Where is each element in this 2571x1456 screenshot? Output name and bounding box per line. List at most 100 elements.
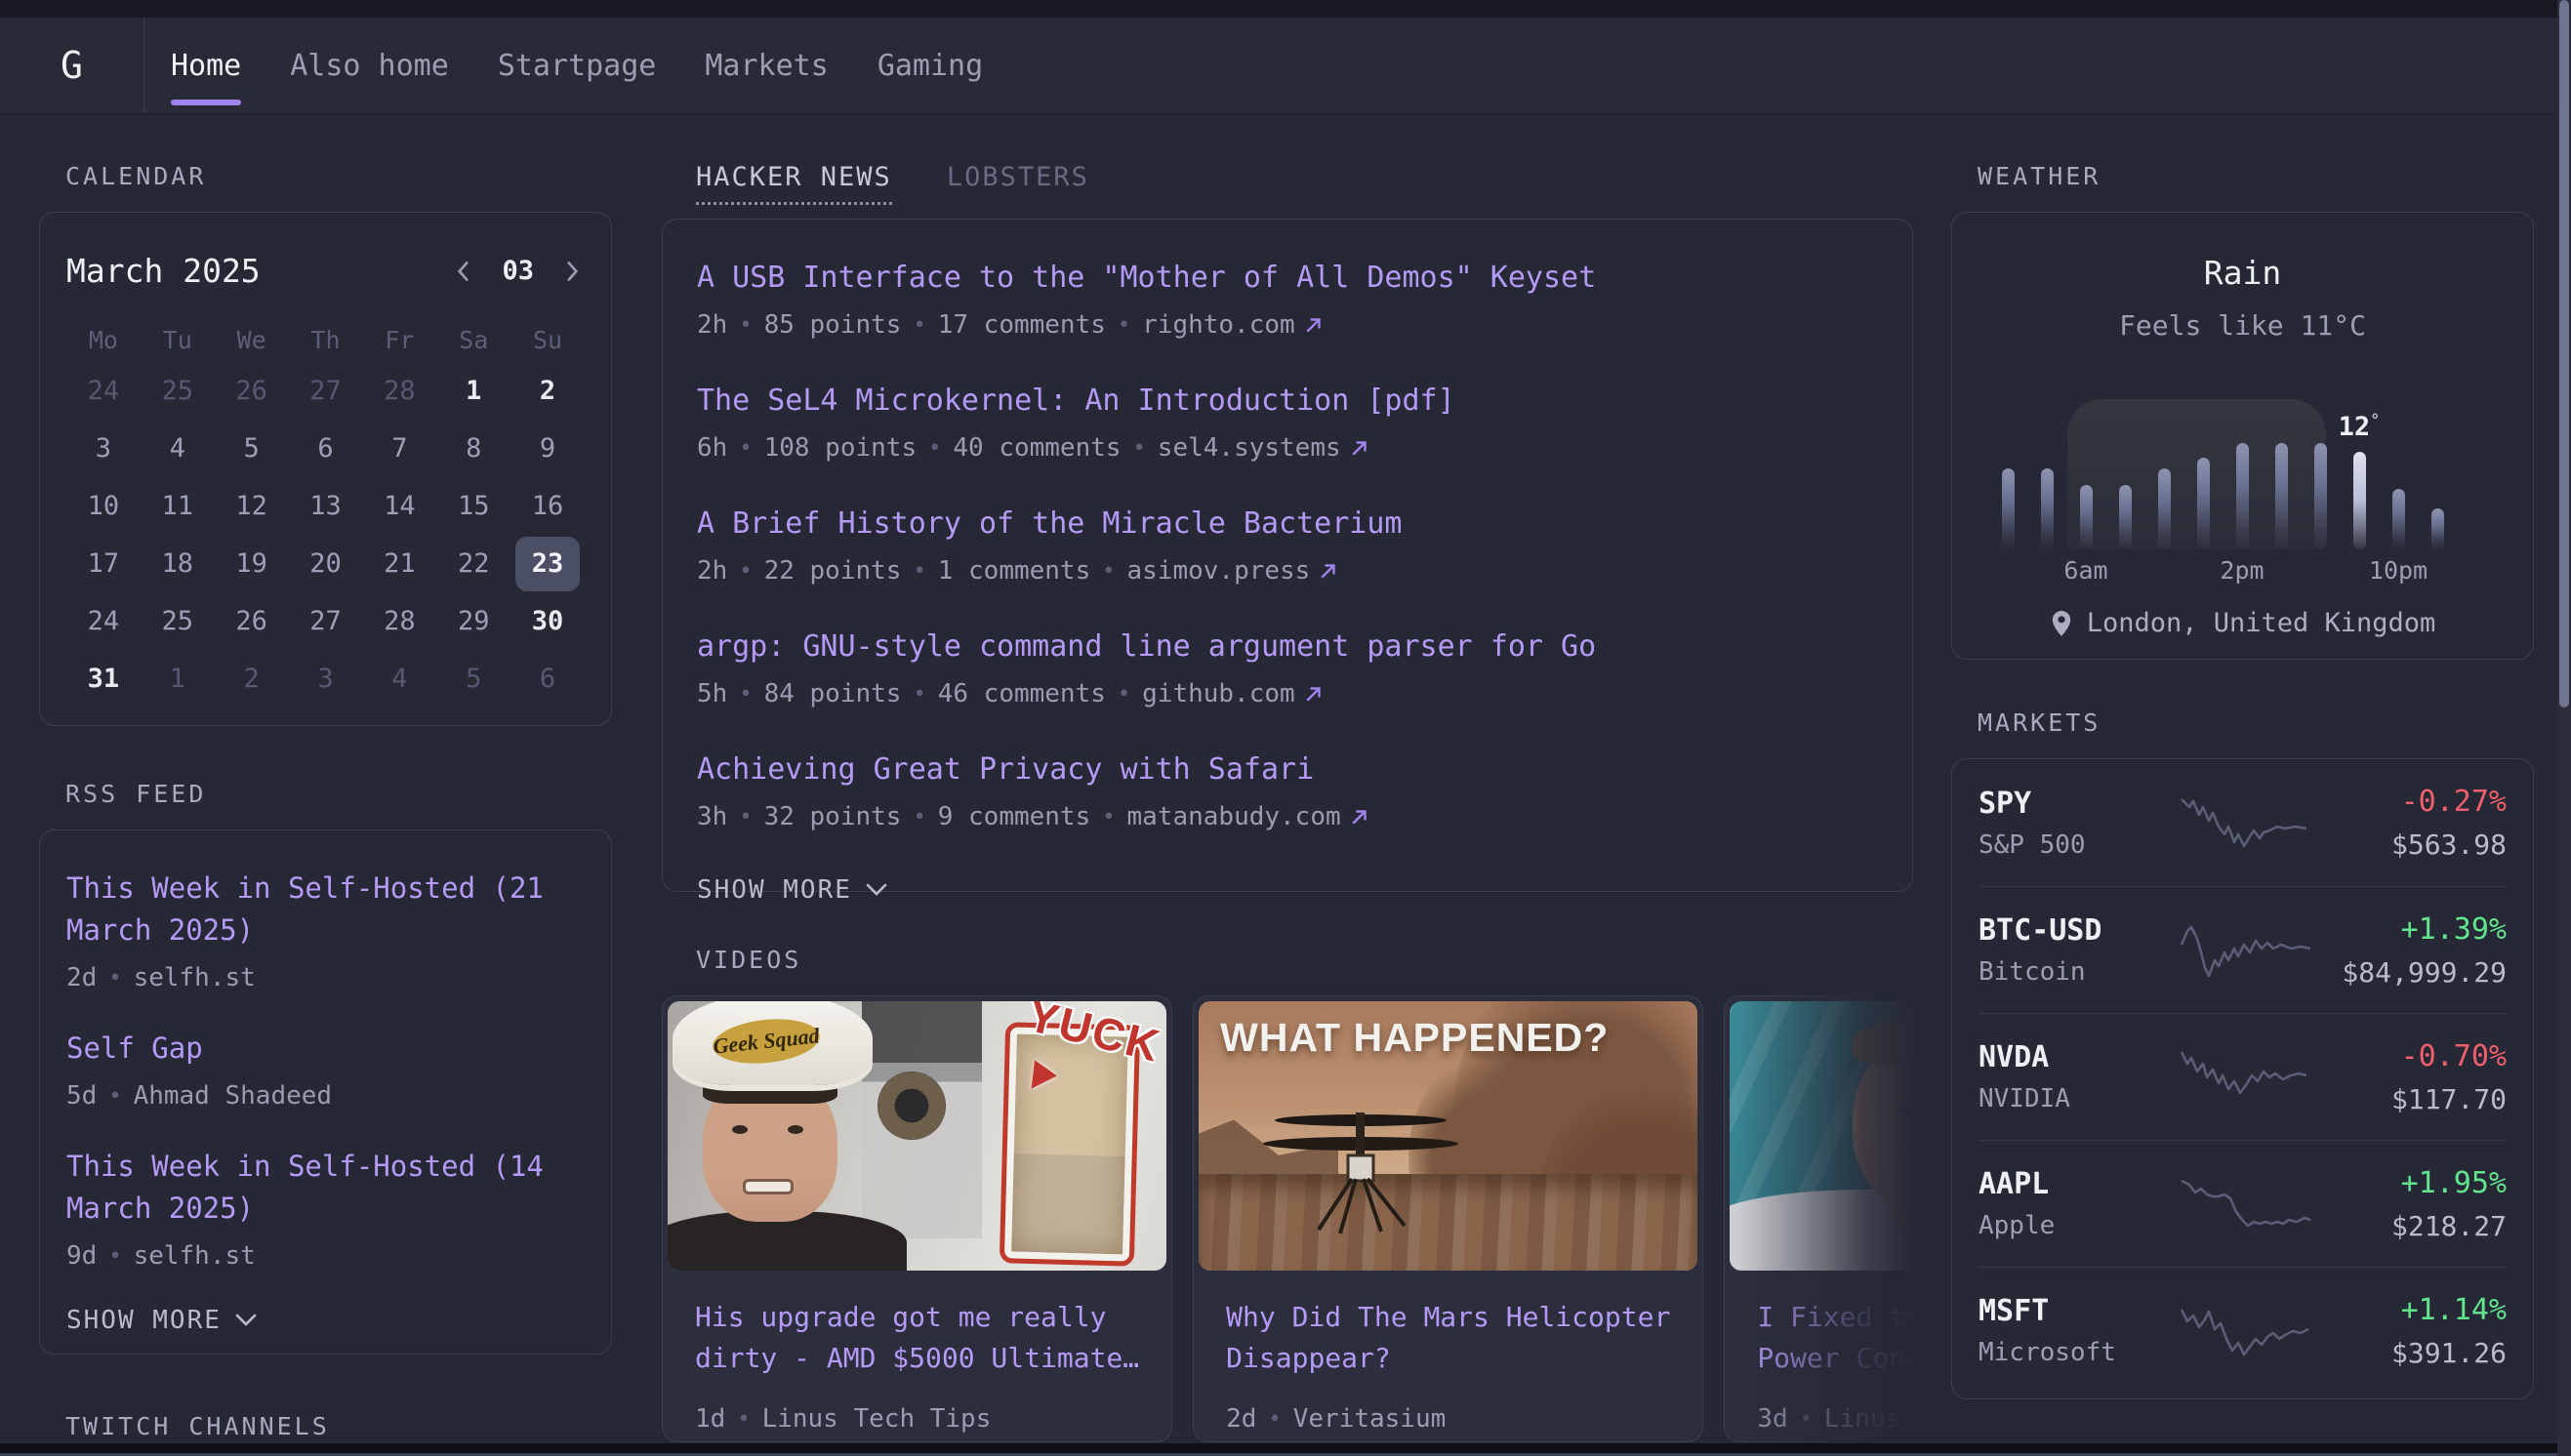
scrollbar-thumb[interactable] bbox=[2559, 0, 2569, 708]
news-item-domain-link[interactable]: asimov.press bbox=[1127, 556, 1338, 586]
news-item-comments[interactable]: 9 comments bbox=[938, 802, 1091, 831]
video-title-line: Disappear? bbox=[1226, 1338, 1670, 1379]
tab-startpage[interactable]: Startpage bbox=[498, 18, 657, 113]
sparkline-chart bbox=[2175, 1173, 2321, 1235]
rss-item[interactable]: Self Gap5d•Ahmad Shadeed bbox=[66, 1028, 585, 1111]
news-item-domain-link[interactable]: matanabudy.com bbox=[1127, 802, 1368, 831]
content-area: CALENDAR March 2025 03 MoTuWeThFrSaSu242… bbox=[0, 115, 2571, 1444]
rss-item-title[interactable]: Self Gap bbox=[66, 1028, 585, 1070]
rss-item[interactable]: This Week in Self-Hosted (21March 2025) 2… bbox=[66, 868, 585, 992]
video-card[interactable]: Geek SquadYUCK His upgrade got me reallyd… bbox=[662, 995, 1172, 1442]
news-item-domain-link[interactable]: sel4.systems bbox=[1158, 433, 1368, 463]
market-values: +1.95%$218.27 bbox=[2331, 1166, 2507, 1242]
rss-item-title[interactable]: This Week in Self-Hosted (21March 2025) bbox=[66, 868, 585, 951]
market-row-msft[interactable]: MSFTMicrosoft+1.14%$391.26 bbox=[1979, 1267, 2507, 1394]
calendar-day: 16 bbox=[510, 477, 585, 535]
calendar-day: 29 bbox=[436, 592, 510, 650]
tab-home[interactable]: Home bbox=[171, 18, 241, 113]
helicopter-art bbox=[1258, 1093, 1463, 1243]
weather-bar-slot bbox=[2340, 443, 2379, 549]
rss-list: This Week in Self-Hosted (21March 2025) 2… bbox=[66, 868, 585, 1271]
logo-box[interactable]: G bbox=[0, 18, 144, 113]
app-logo[interactable]: G bbox=[61, 44, 83, 87]
thumb-art bbox=[877, 1072, 946, 1140]
market-row-aapl[interactable]: AAPLApple +1.95%$218.27 bbox=[1979, 1140, 2507, 1267]
window-top-edge bbox=[0, 0, 2571, 18]
rss-item-age: 2d bbox=[66, 963, 97, 992]
news-item-comments[interactable]: 1 comments bbox=[938, 556, 1091, 586]
thumb-art bbox=[1900, 1104, 1913, 1115]
news-widget: A USB Interface to the "Mother of All De… bbox=[662, 219, 1913, 892]
tab-also-home[interactable]: Also home bbox=[290, 18, 449, 113]
separator-dot: • bbox=[913, 313, 925, 338]
rss-show-more-button[interactable]: SHOW MORE bbox=[66, 1306, 585, 1335]
video-card[interactable]: DOTHTI Fixed the 50Power Connecto3d•Linu… bbox=[1724, 995, 1913, 1442]
calendar-prev-icon[interactable] bbox=[451, 259, 476, 284]
news-item-meta: 6h•108 points•40 comments•sel4.systems bbox=[697, 433, 1878, 463]
rss-item-meta: 9d•selfh.st bbox=[66, 1241, 585, 1271]
video-title[interactable]: I Fixed the 50Power Connecto bbox=[1757, 1297, 1913, 1379]
video-thumbnail[interactable]: WHAT HAPPENED? bbox=[1199, 1001, 1697, 1271]
rss-item-source: selfh.st bbox=[134, 1241, 256, 1271]
rss-section-label: RSS FEED bbox=[65, 780, 612, 808]
news-item-comments[interactable]: 40 comments bbox=[953, 433, 1121, 463]
page-scrollbar[interactable] bbox=[2557, 0, 2571, 1456]
market-names: AAPLApple bbox=[1979, 1167, 2164, 1240]
video-card-body: Why Did The Mars HelicopterDisappear?2d•… bbox=[1194, 1275, 1702, 1434]
news-tab-hacker-news[interactable]: HACKER NEWS bbox=[696, 162, 892, 205]
news-item-comments[interactable]: 17 comments bbox=[938, 310, 1106, 340]
market-row-spy[interactable]: SPYS&P 500-0.27%$563.98 bbox=[1979, 759, 2507, 886]
rss-item[interactable]: This Week in Self-Hosted (14March 2025) 9… bbox=[66, 1146, 585, 1271]
tab-markets[interactable]: Markets bbox=[705, 18, 828, 113]
rss-item-title[interactable]: This Week in Self-Hosted (14March 2025) bbox=[66, 1146, 585, 1230]
calendar-day: 22 bbox=[436, 535, 510, 592]
rss-show-more-label: SHOW MORE bbox=[66, 1306, 222, 1335]
calendar-day: 28 bbox=[362, 362, 436, 420]
market-names: SPYS&P 500 bbox=[1979, 787, 2164, 860]
news-list: A USB Interface to the "Mother of All De… bbox=[697, 261, 1878, 831]
video-channel[interactable]: Linus Tech Tips bbox=[1824, 1404, 1913, 1434]
market-names: MSFTMicrosoft bbox=[1979, 1294, 2164, 1367]
news-item-domain: asimov.press bbox=[1127, 556, 1311, 586]
weather-bar bbox=[2197, 458, 2210, 549]
market-row-nvda[interactable]: NVDANVIDIA-0.70%$117.70 bbox=[1979, 1013, 2507, 1140]
news-item-meta: 2h•22 points•1 comments•asimov.press bbox=[697, 556, 1878, 586]
video-channel[interactable]: Veritasium bbox=[1293, 1404, 1447, 1434]
video-title-line: Why Did The Mars Helicopter bbox=[1226, 1297, 1670, 1338]
calendar-day: 27 bbox=[289, 592, 363, 650]
video-card[interactable]: WHAT HAPPENED? Why Did The Mars Helicopte… bbox=[1193, 995, 1703, 1442]
video-thumbnail[interactable]: Geek SquadYUCK bbox=[668, 1001, 1166, 1271]
video-thumbnail[interactable]: DOTHT bbox=[1730, 1001, 1913, 1271]
market-row-btc-usd[interactable]: BTC-USDBitcoin+1.39%$84,999.29 bbox=[1979, 886, 2507, 1013]
rss-widget: This Week in Self-Hosted (21March 2025) 2… bbox=[39, 829, 612, 1355]
tab-gaming[interactable]: Gaming bbox=[877, 18, 983, 113]
weather-location: London, United Kingdom bbox=[1952, 608, 2533, 638]
news-item-title[interactable]: A USB Interface to the "Mother of All De… bbox=[697, 261, 1878, 295]
video-age: 1d bbox=[695, 1404, 725, 1434]
news-item-title[interactable]: argp: GNU-style command line argument pa… bbox=[697, 629, 1878, 664]
news-show-more-button[interactable]: SHOW MORE bbox=[697, 875, 1878, 905]
video-channel[interactable]: Linus Tech Tips bbox=[762, 1404, 992, 1434]
calendar-next-icon[interactable] bbox=[559, 259, 585, 284]
hour-tick-label: 10pm bbox=[2369, 556, 2428, 585]
video-title[interactable]: His upgrade got me reallydirty - AMD $50… bbox=[695, 1297, 1139, 1379]
news-item-domain-link[interactable]: github.com bbox=[1142, 679, 1323, 708]
news-item-title[interactable]: A Brief History of the Miracle Bacterium bbox=[697, 506, 1878, 541]
video-title[interactable]: Why Did The Mars HelicopterDisappear? bbox=[1226, 1297, 1670, 1379]
weather-bar-slot bbox=[2144, 443, 2183, 549]
news-item-comments[interactable]: 46 comments bbox=[938, 679, 1106, 708]
calendar-grid: MoTuWeThFrSaSu24252627281234567891011121… bbox=[66, 317, 585, 708]
news-item-title[interactable]: The SeL4 Microkernel: An Introduction [p… bbox=[697, 384, 1878, 418]
news-item-domain: matanabudy.com bbox=[1127, 802, 1341, 831]
news-tab-lobsters[interactable]: LOBSTERS bbox=[947, 162, 1089, 205]
video-age: 2d bbox=[1226, 1404, 1256, 1434]
calendar-day: 13 bbox=[289, 477, 363, 535]
news-item-domain-link[interactable]: righto.com bbox=[1142, 310, 1323, 340]
weather-bar-slot bbox=[2418, 443, 2457, 549]
calendar-day: 31 bbox=[66, 650, 141, 708]
market-sparkline bbox=[2164, 1046, 2331, 1109]
weekday-label: Sa bbox=[436, 317, 510, 362]
rss-title-line: March 2025) bbox=[66, 1188, 585, 1230]
weekday-label: Su bbox=[510, 317, 585, 362]
news-item-title[interactable]: Achieving Great Privacy with Safari bbox=[697, 752, 1878, 787]
